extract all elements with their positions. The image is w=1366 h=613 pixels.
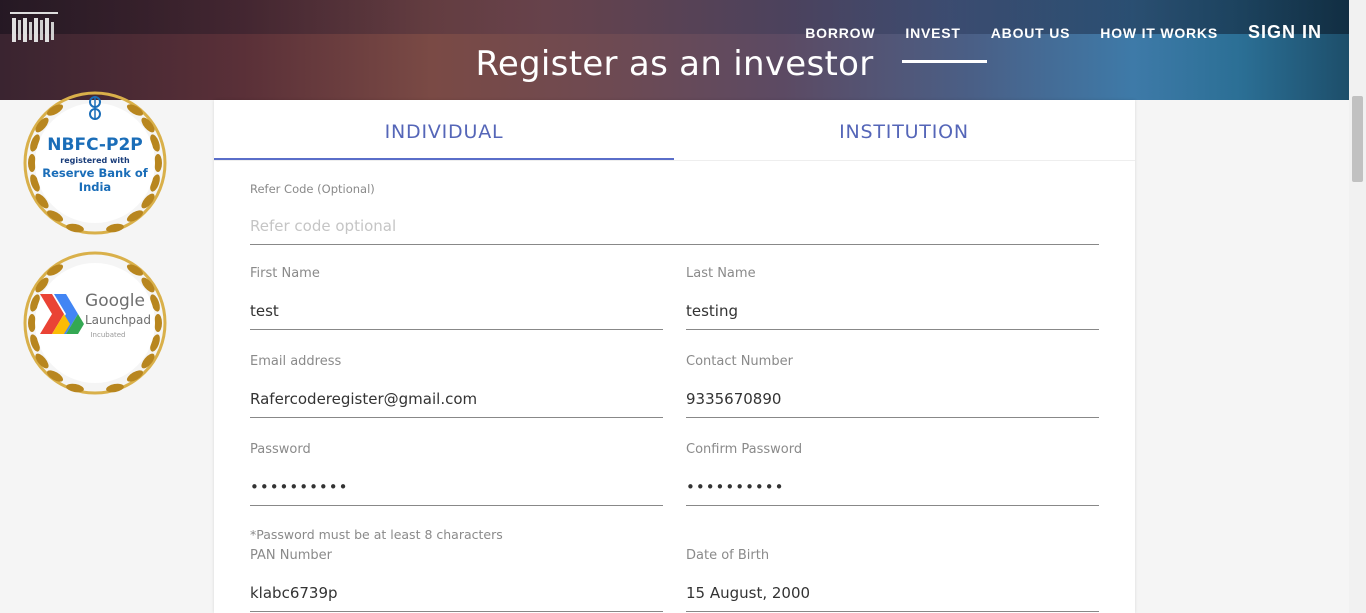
date-of-birth-label: Date of Birth — [686, 548, 770, 563]
contact-number-field: Contact Number — [686, 354, 1099, 418]
password-label: Password — [250, 442, 311, 457]
logo-mark — [12, 18, 54, 42]
refer-code-label: Refer Code (Optional) — [250, 182, 375, 196]
password-field: Password — [250, 442, 663, 506]
page-title: Register as an investor — [475, 44, 874, 84]
last-name-input[interactable] — [686, 293, 1099, 330]
contact-number-input[interactable] — [686, 381, 1099, 418]
nbfc-title: NBFC-P2P — [47, 135, 142, 155]
confirm-password-label: Confirm Password — [686, 442, 803, 457]
google-launchpad-badge: Google Launchpad Incubated — [20, 248, 170, 398]
date-of-birth-field: Date of Birth — [686, 548, 1099, 612]
registration-card: INDIVIDUAL INSTITUTION Refer Code (Optio… — [214, 100, 1135, 613]
scrollbar-thumb[interactable] — [1352, 96, 1363, 182]
email-label: Email address — [250, 354, 342, 369]
refer-code-field: Refer Code (Optional) — [250, 182, 1099, 245]
title-underline — [902, 60, 987, 63]
google-line2: Launchpad — [85, 313, 151, 327]
refer-code-input[interactable] — [250, 208, 1099, 245]
page-scrollbar[interactable] — [1349, 0, 1366, 613]
tab-individual[interactable]: INDIVIDUAL — [214, 100, 674, 160]
email-input[interactable] — [250, 381, 663, 418]
nbfc-line3: India — [79, 180, 111, 194]
pan-number-label: PAN Number — [250, 548, 332, 563]
nav-sign-in[interactable]: SIGN IN — [1248, 22, 1322, 43]
first-name-field: First Name — [250, 266, 663, 330]
first-name-input[interactable] — [250, 293, 663, 330]
nav-invest[interactable]: INVEST — [905, 25, 960, 41]
confirm-password-field: Confirm Password — [686, 442, 1099, 506]
email-field: Email address — [250, 354, 663, 418]
main-nav: BORROW INVEST ABOUT US HOW IT WORKS SIGN… — [775, 22, 1322, 43]
last-name-label: Last Name — [686, 266, 756, 281]
nav-about-us[interactable]: ABOUT US — [991, 25, 1071, 41]
last-name-field: Last Name — [686, 266, 1099, 330]
google-line3: Incubated — [90, 331, 125, 339]
date-of-birth-input[interactable] — [686, 575, 1099, 612]
pan-number-field: PAN Number — [250, 548, 663, 612]
nbfc-p2p-badge: NBFC-P2P registered with Reserve Bank of… — [20, 88, 170, 238]
password-hint: *Password must be at least 8 characters — [250, 527, 503, 542]
account-type-tabs: INDIVIDUAL INSTITUTION — [214, 100, 1135, 161]
contact-number-label: Contact Number — [686, 354, 793, 369]
pan-number-input[interactable] — [250, 575, 663, 612]
confirm-password-input[interactable] — [686, 469, 1099, 506]
header-banner: BORROW INVEST ABOUT US HOW IT WORKS SIGN… — [0, 0, 1349, 100]
google-line1: Google — [85, 291, 145, 311]
nbfc-line2: Reserve Bank of — [42, 166, 149, 180]
nav-how-it-works[interactable]: HOW IT WORKS — [1100, 25, 1218, 41]
first-name-label: First Name — [250, 266, 320, 281]
nbfc-line1: registered with — [60, 156, 130, 165]
nav-borrow[interactable]: BORROW — [805, 25, 875, 41]
password-input[interactable] — [250, 469, 663, 506]
tab-institution[interactable]: INSTITUTION — [674, 100, 1134, 158]
